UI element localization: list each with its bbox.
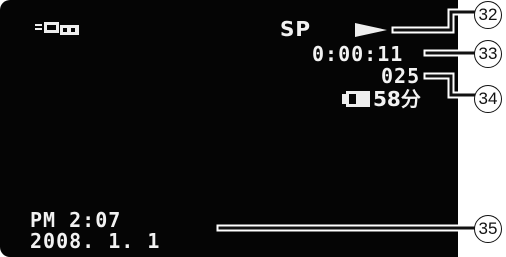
date-display: 2008. 1. 1 bbox=[30, 229, 161, 253]
time-display: PM 2:07 bbox=[30, 208, 122, 232]
battery-icon bbox=[342, 91, 370, 107]
tape-playback-icon bbox=[35, 22, 79, 35]
battery-remaining: 58分 bbox=[373, 87, 421, 111]
play-triangle-icon bbox=[355, 23, 387, 37]
callout-32: 32 bbox=[474, 1, 502, 29]
lcd-screen: SP 0:00:11 025 58分 PM 2:07 2008. 1. 1 bbox=[0, 0, 458, 257]
callout-34: 34 bbox=[474, 85, 502, 113]
callout-35: 35 bbox=[474, 215, 502, 243]
frame-counter: 025 bbox=[381, 64, 421, 88]
callout-33: 33 bbox=[474, 40, 502, 68]
timecode-display: 0:00:11 bbox=[312, 42, 404, 66]
recording-mode-label: SP bbox=[280, 17, 312, 41]
battery-status: 58分 bbox=[341, 88, 421, 110]
screenshot-stage: SP 0:00:11 025 58分 PM 2:07 2008. 1. 1 32… bbox=[0, 0, 506, 257]
